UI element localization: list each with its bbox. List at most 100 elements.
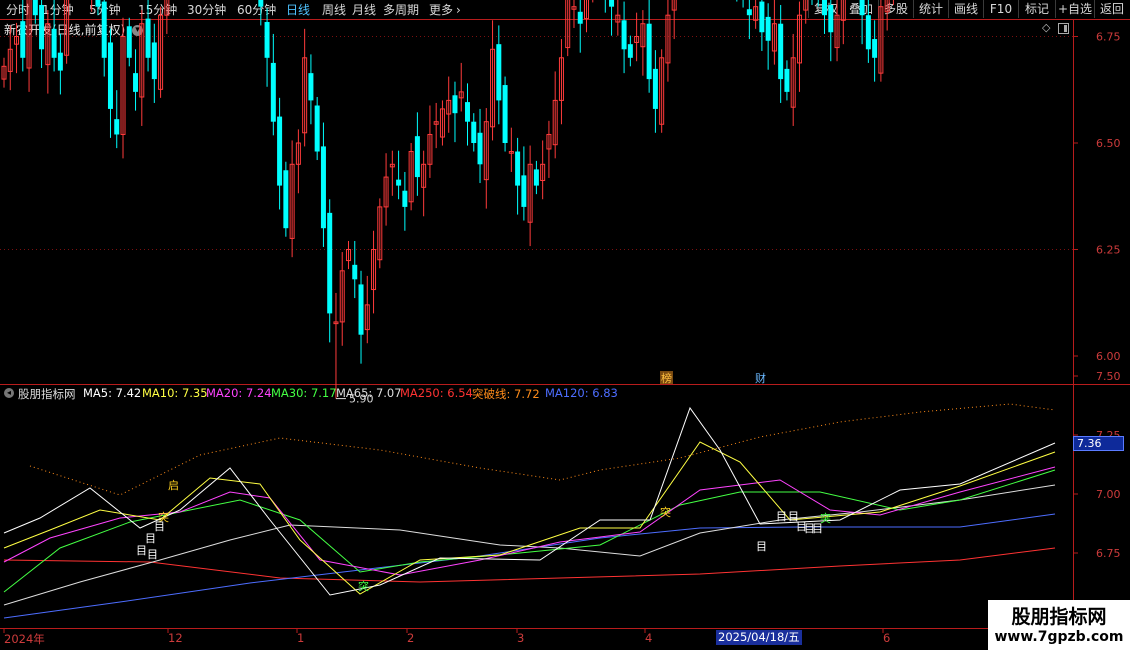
diamond-icon[interactable]: ◇ (1042, 21, 1050, 34)
candle-body-down (872, 39, 878, 58)
candle-body-down (107, 42, 113, 109)
watermark: 股朋指标网 www.7gpzb.com (988, 600, 1130, 650)
candle-body-up (796, 14, 802, 64)
window-toggle-icon[interactable] (1058, 23, 1069, 34)
top-toolbar: 分时 1分钟 5分钟 15分钟 30分钟 60分钟 日线 周线 月线 多周期 更… (0, 0, 1130, 19)
candle-body-up (383, 176, 389, 208)
candle-body-down (314, 105, 320, 152)
candle-body-down (327, 212, 333, 314)
candle-body-down (471, 121, 477, 143)
candle-body-down (502, 85, 508, 143)
candle-body-down (57, 52, 63, 71)
tab-daily[interactable]: 日线 (286, 1, 310, 18)
overlay-button[interactable]: 叠加 (843, 0, 878, 18)
price-tick-label: 6.00 (1096, 350, 1121, 363)
candle-body-down (621, 20, 627, 50)
candle-body-down (865, 15, 871, 50)
candle-body-up (490, 48, 496, 128)
fuquan-button[interactable]: 复权 (808, 0, 843, 18)
candle-body-down (464, 102, 470, 122)
candle-body-up (458, 91, 464, 99)
tu-signal-1: 突 (158, 510, 169, 524)
candle-body-down (352, 264, 358, 280)
candle-body-down (264, 22, 270, 58)
tab-15min[interactable]: 15分钟 (138, 1, 177, 18)
candle-body-up (439, 108, 445, 138)
f10-button[interactable]: F10 (983, 0, 1018, 18)
candle-body-up (333, 321, 339, 325)
candle-body-down (414, 136, 420, 178)
breakout-line (29, 403, 1056, 496)
legend-ma20: MA20: 7.24 (206, 386, 272, 400)
candle-body-up (389, 163, 395, 168)
tab-5min[interactable]: 5分钟 (89, 1, 121, 18)
indicator-tick-label: 7.00 (1096, 488, 1121, 501)
draw-button[interactable]: 画线 (948, 0, 983, 18)
mark-button[interactable]: 标记 (1018, 0, 1055, 18)
candle-body-up (120, 36, 126, 135)
add-watchlist-button[interactable]: +自选 (1055, 0, 1094, 18)
candle-body-down (320, 146, 326, 229)
candle-body-up (508, 151, 514, 154)
candle-body-up (665, 14, 671, 64)
xaxis-label-year: 2024年 (4, 632, 45, 646)
tu-signal-4: 突 (820, 511, 831, 525)
candle-body-down (114, 119, 120, 135)
chart-canvas: 8.508.258.007.757.507.257.006.756.506.25… (0, 0, 1130, 633)
price-tick-label: 6.25 (1096, 244, 1121, 257)
candle-body-down (283, 170, 289, 229)
candle-body-up (377, 206, 383, 261)
tab-60min[interactable]: 60分钟 (237, 1, 276, 18)
candle-body-down (452, 95, 458, 114)
stock-title: 新农开发(日线,前复权) ▾ (4, 21, 144, 38)
candle-body-down (784, 68, 790, 92)
candle-body-up (289, 163, 295, 239)
candle-body-up (446, 99, 452, 115)
bang-marker: 榜 (661, 371, 672, 385)
indicator-name[interactable]: 股朋指标网 (18, 386, 76, 402)
candle-body-down (396, 179, 402, 186)
candle-body-down (521, 175, 527, 207)
bang-marker-bg (660, 371, 673, 384)
ma65-line (3, 484, 1056, 606)
tab-fenshi[interactable]: 分时 (6, 1, 30, 18)
stock-title-text: 新农开发(日线,前复权) (4, 23, 126, 37)
tab-more-label: 更多 (429, 3, 454, 17)
candle-body-down (778, 23, 784, 80)
ma250-line (3, 547, 1056, 583)
candle-body-down (145, 18, 151, 58)
candle-body-up (640, 23, 646, 48)
tu-signal-2: 突 (358, 579, 369, 593)
candle-body-down (270, 62, 276, 122)
ma20-line (3, 466, 1056, 576)
mu-signal: 目 (804, 522, 815, 535)
candle-body-up (546, 133, 552, 150)
xaxis-label-jan: 1 (297, 631, 305, 645)
tab-more[interactable]: 更多 › (429, 1, 461, 18)
tab-monthly[interactable]: 月线 (352, 1, 376, 18)
stats-button[interactable]: 统计 (913, 0, 948, 18)
mu-signal: 目 (145, 532, 156, 545)
tab-weekly[interactable]: 周线 (322, 1, 346, 18)
candle-body-up (540, 163, 546, 181)
candle-body-down (652, 68, 658, 109)
tab-30min[interactable]: 30分钟 (187, 1, 226, 18)
price-tick-label: 6.75 (1096, 31, 1121, 44)
candle-body-up (158, 14, 164, 90)
legend-ma5: MA5: 7.42 (83, 386, 142, 400)
legend-ma65: MA65: 7.07 (336, 386, 402, 400)
chevron-down-icon[interactable]: ▾ (132, 25, 144, 36)
candle-body-up (371, 249, 377, 291)
tab-1min[interactable]: 1分钟 (42, 1, 74, 18)
back-button[interactable]: 返回 (1094, 0, 1129, 18)
ma30-line (3, 469, 1056, 593)
price-tick-label: 6.50 (1096, 137, 1121, 150)
date-cursor-label: 2025/04/18/五 (716, 630, 802, 645)
chevron-right-icon: › (456, 3, 461, 17)
candle-body-up (790, 57, 796, 108)
multi-stock-button[interactable]: 多股 (878, 0, 913, 18)
candle-body-down (477, 132, 483, 165)
tab-multi-period[interactable]: 多周期 (383, 1, 419, 18)
indicator-menu-icon[interactable]: ◂ (4, 388, 14, 398)
current-value-tag: 7.36 (1073, 436, 1124, 451)
